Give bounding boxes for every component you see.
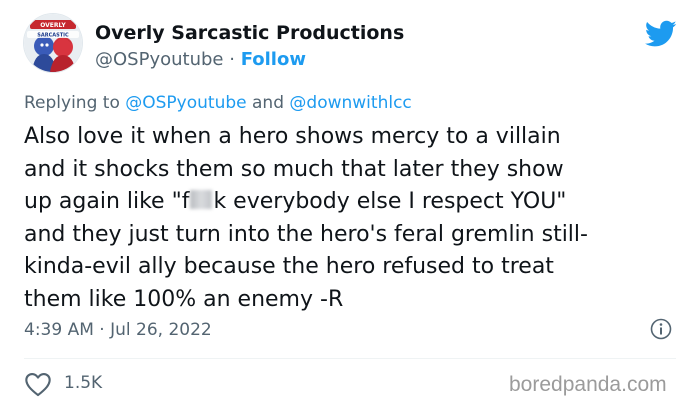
tweet-line: and they just turn into the hero's feral… [24, 221, 588, 247]
tweet-line-part: up again like "f [24, 189, 190, 215]
reply-mention-downwithlcc[interactable]: @downwithlcc [289, 93, 411, 113]
tweet-line: them like 100% an enemy -R [24, 286, 344, 312]
info-icon[interactable] [650, 318, 672, 340]
divider [24, 358, 676, 359]
handle-separator: · [229, 49, 235, 70]
reply-context: Replying to @OSPyoutube and @downwithlcc [24, 93, 412, 113]
avatar-logo-text: OVERLY [40, 22, 66, 29]
tweet-line: up again like "f k everybody else I respe… [24, 186, 684, 219]
reply-mention-osp[interactable]: @OSPyoutube [125, 93, 246, 113]
avatar-image: OVERLY SARCASTIC [24, 14, 82, 72]
handle-row: @OSPyoutube · Follow [95, 49, 306, 70]
like-count[interactable]: 1.5K [64, 373, 102, 393]
censor-blur [190, 190, 213, 210]
tweet-line: and it shocks them so much that later th… [24, 156, 564, 182]
tweet-line-part: k everybody else I respect YOU" [213, 189, 567, 215]
follow-button[interactable]: Follow [241, 49, 306, 70]
display-name[interactable]: Overly Sarcastic Productions [95, 22, 404, 44]
tweet-line: kinda-evil ally because the hero refused… [24, 254, 554, 280]
avatar[interactable]: OVERLY SARCASTIC [24, 14, 82, 72]
tweet-text: Also love it when a hero shows mercy to … [24, 121, 684, 317]
watermark: boredpanda.com [509, 373, 667, 396]
tweet-timestamp[interactable]: 4:39 AM · Jul 26, 2022 [24, 320, 212, 340]
svg-text:SARCASTIC: SARCASTIC [37, 33, 69, 39]
reply-prefix: Replying to [24, 93, 120, 113]
handle[interactable]: @OSPyoutube [95, 49, 224, 70]
tweet-line: Also love it when a hero shows mercy to … [24, 124, 561, 149]
heart-icon[interactable] [24, 371, 52, 397]
twitter-bird-icon[interactable] [645, 20, 677, 48]
reply-and: and [252, 93, 284, 113]
